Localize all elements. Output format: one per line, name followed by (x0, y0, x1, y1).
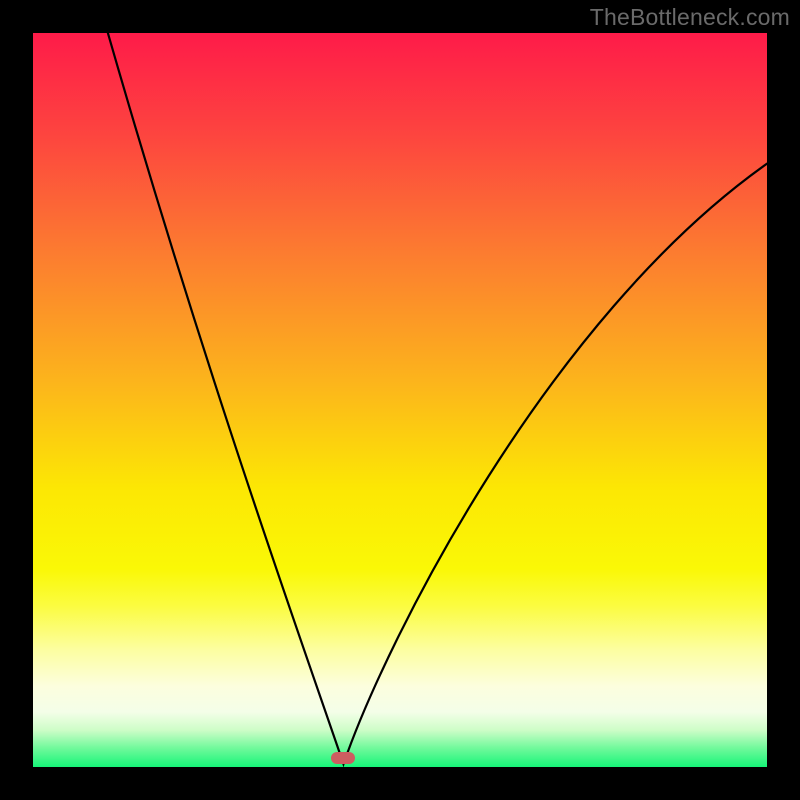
plot-area (33, 33, 767, 767)
optimal-point-marker (331, 752, 355, 764)
watermark-text: TheBottleneck.com (590, 4, 790, 31)
bottleneck-curve (33, 33, 767, 767)
outer-black-frame: TheBottleneck.com (0, 0, 800, 800)
